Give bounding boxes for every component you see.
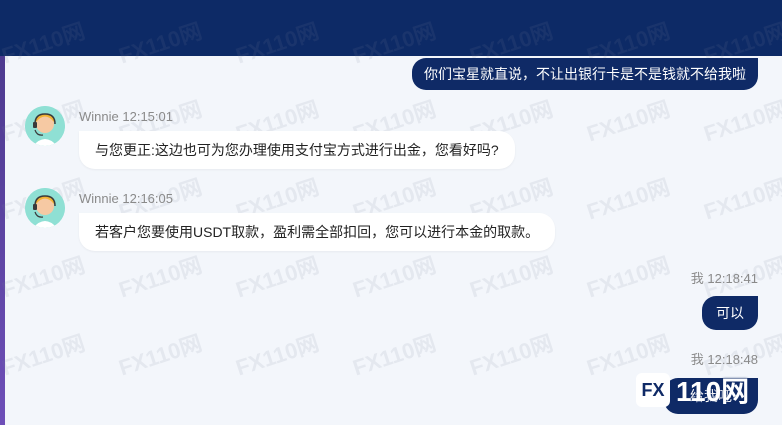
watermark-text: FX110网	[115, 330, 205, 381]
header-bar	[0, 0, 782, 56]
message-meta: Winnie 12:16:05	[79, 191, 173, 207]
watermark-text: FX110网	[700, 96, 782, 147]
sender-name: 我	[690, 271, 704, 286]
brand-logo-text: 110网	[676, 376, 750, 407]
watermark-text: FX110网	[583, 174, 673, 225]
message-bubble-incoming: 与您更正:这边也可为您办理使用支付宝方式进行出金，您看好吗?	[79, 131, 515, 169]
message-time: 12:18:48	[707, 352, 758, 367]
watermark-text: FX110网	[232, 252, 322, 303]
message-meta: Winnie 12:15:01	[79, 109, 173, 125]
message-bubble-outgoing: 可以	[702, 296, 758, 330]
watermark-text: FX110网	[466, 330, 556, 381]
watermark-text: FX110网	[349, 330, 439, 381]
watermark-text: FX110网	[700, 174, 782, 225]
message-time: 12:16:05	[122, 191, 173, 206]
support-agent-icon	[25, 188, 65, 228]
message-meta: 我 12:18:41	[691, 271, 758, 287]
watermark-text: FX110网	[466, 252, 556, 303]
sender-name: 我	[690, 352, 704, 367]
watermark-text: FX110网	[583, 252, 673, 303]
message-meta: 我 12:18:48	[691, 352, 758, 368]
watermark-text: FX110网	[0, 330, 88, 381]
message-bubble-incoming: 若客户您要使用USDT取款，盈利需全部扣回，您可以进行本金的取款。	[79, 213, 556, 251]
message-bubble-outgoing: 你们宝星就直说，不让出银行卡是不是钱就不给我啦	[412, 58, 758, 90]
agent-avatar[interactable]	[25, 106, 65, 146]
watermark-text: FX110网	[0, 252, 88, 303]
watermark-text: FX110网	[583, 96, 673, 147]
watermark-text: FX110网	[232, 330, 322, 381]
watermark-text: FX110网	[349, 252, 439, 303]
brand-watermark-logo: FX 110网	[636, 368, 782, 412]
sender-name: Winnie	[79, 191, 119, 206]
sender-name: Winnie	[79, 109, 119, 124]
watermark-text: FX110网	[115, 252, 205, 303]
message-time: 12:18:41	[707, 271, 758, 286]
agent-avatar[interactable]	[25, 188, 65, 228]
support-agent-icon	[25, 106, 65, 146]
message-time: 12:15:01	[122, 109, 173, 124]
fx-logo-icon: FX	[636, 373, 670, 407]
